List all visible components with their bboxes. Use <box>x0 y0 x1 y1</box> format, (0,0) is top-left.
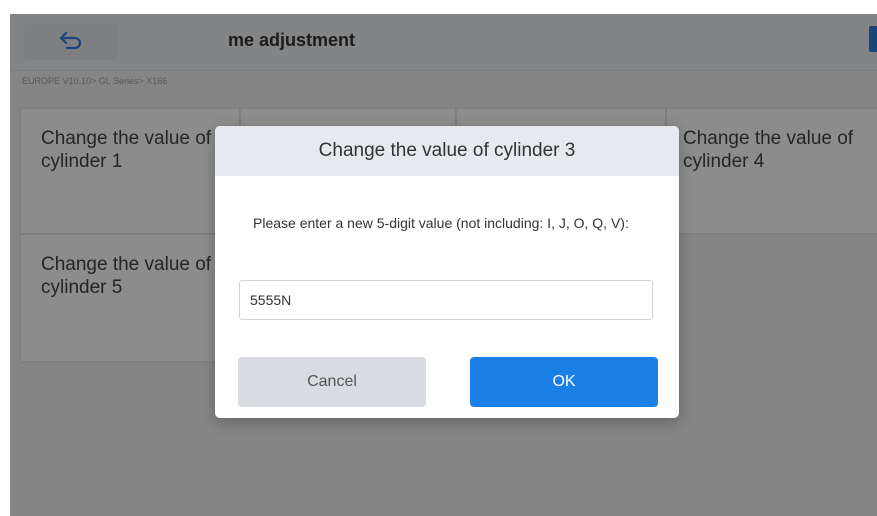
value-input[interactable] <box>239 280 653 320</box>
dialog-title: Change the value of cylinder 3 <box>215 126 679 176</box>
change-value-dialog: Change the value of cylinder 3 Please en… <box>215 126 679 418</box>
dialog-message: Please enter a new 5-digit value (not in… <box>253 215 629 231</box>
cancel-button[interactable]: Cancel <box>238 357 426 407</box>
ok-button[interactable]: OK <box>470 357 658 407</box>
app-screen: me adjustment EUROPE V10.10> GL Series> … <box>10 14 877 516</box>
